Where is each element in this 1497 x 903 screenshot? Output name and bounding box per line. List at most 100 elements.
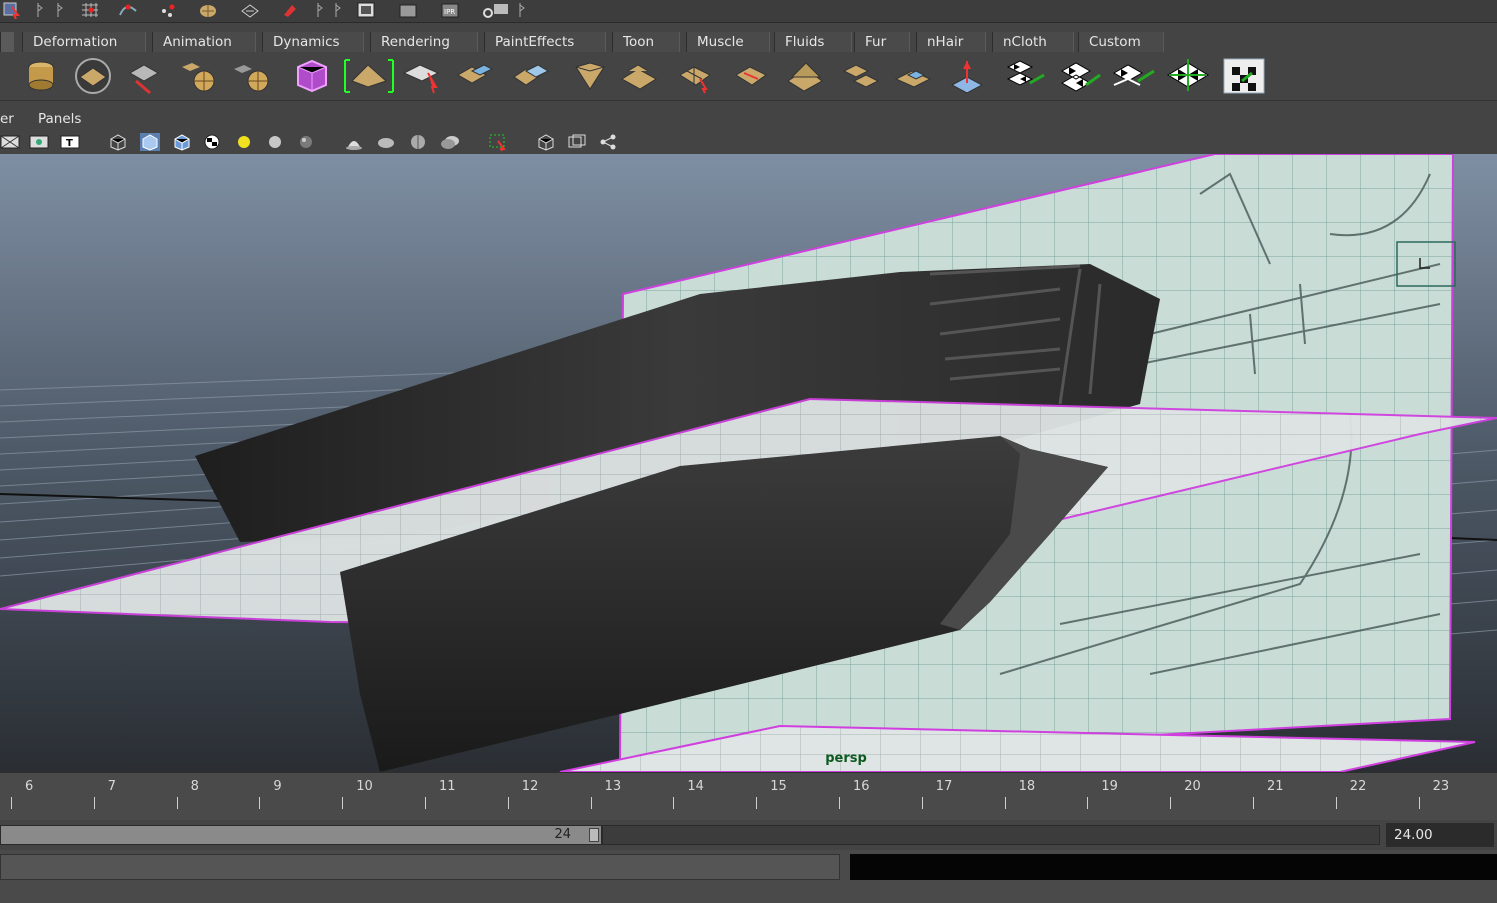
- end-time-field[interactable]: 24.00: [1386, 823, 1494, 847]
- tab-toon[interactable]: Toon: [612, 32, 680, 52]
- svg-text:T: T: [66, 138, 73, 149]
- box-uv-icon[interactable]: [570, 57, 608, 95]
- magnet-icon[interactable]: [280, 1, 300, 19]
- frame-label: 19: [1101, 779, 1118, 794]
- uv-cube-icon[interactable]: [292, 57, 330, 95]
- shaded-icon[interactable]: [140, 133, 160, 151]
- frame-tick: [425, 797, 426, 809]
- marker-icon: [36, 1, 44, 19]
- uv-editor-icon[interactable]: [342, 57, 396, 95]
- frame-label: 22: [1349, 779, 1367, 794]
- shadow-icon[interactable]: [408, 133, 428, 151]
- shadow-icon[interactable]: [344, 133, 364, 151]
- camera-label: persp: [825, 751, 867, 766]
- cylinder-icon[interactable]: [22, 57, 60, 95]
- select-uv-icon[interactable]: [400, 57, 446, 95]
- wire-icon[interactable]: [0, 133, 20, 151]
- camera-icon[interactable]: [567, 133, 587, 151]
- frame-tick: [1253, 797, 1254, 809]
- status-line: IPR: [0, 0, 1497, 23]
- plane-uv-icon[interactable]: [842, 57, 880, 95]
- light-icon[interactable]: [234, 133, 254, 151]
- viewport-persp[interactable]: persp: [0, 154, 1497, 772]
- frame-tick: [921, 797, 923, 809]
- frame-label: 13: [604, 779, 622, 794]
- frame-tick: [507, 797, 509, 809]
- plane-icon[interactable]: [74, 57, 112, 95]
- poly-plane-icon[interactable]: [126, 57, 164, 95]
- wire-shaded-icon[interactable]: [172, 133, 192, 151]
- plane-uv-icon[interactable]: [894, 57, 932, 95]
- plane-uv-icon[interactable]: [786, 57, 824, 95]
- render-icon[interactable]: [398, 1, 418, 19]
- wireframe-icon[interactable]: [108, 133, 128, 151]
- frame-tick: [1335, 797, 1337, 809]
- frame-tick: [673, 797, 675, 809]
- text-icon[interactable]: T: [60, 133, 80, 151]
- tab-rendering[interactable]: Rendering: [370, 32, 478, 52]
- time-slider[interactable]: 6 7 8 9 10 11 12 13 14 15 16 17 18 19 20 21 22 23: [0, 772, 1497, 821]
- range-track[interactable]: [602, 825, 1380, 845]
- shadow-icon[interactable]: [440, 133, 460, 151]
- checker-uv-icon[interactable]: [1164, 57, 1214, 95]
- select-tool-icon[interactable]: [2, 1, 22, 20]
- grid-axis-line: [1449, 537, 1497, 541]
- frame-tick: [590, 797, 592, 809]
- sphere-icon[interactable]: [296, 133, 316, 151]
- plane-uv-icon[interactable]: [456, 57, 494, 95]
- tab-deformation[interactable]: Deformation: [22, 32, 146, 52]
- sphere-icon[interactable]: [232, 57, 270, 95]
- frame-tick: [342, 797, 344, 809]
- render-settings-icon[interactable]: [480, 1, 510, 19]
- tab-ncloth[interactable]: nCloth: [992, 32, 1074, 52]
- frame-label: 11: [439, 779, 456, 794]
- render-view-icon[interactable]: [356, 1, 376, 19]
- tab-animation[interactable]: Animation: [152, 32, 256, 52]
- uv-select-icon[interactable]: [676, 57, 714, 95]
- shelf: [0, 52, 1497, 101]
- checker-uv-icon[interactable]: [1110, 57, 1158, 95]
- range-slider[interactable]: 24: [0, 825, 602, 845]
- plane-uv-icon[interactable]: [620, 57, 658, 95]
- tab-dynamics[interactable]: Dynamics: [262, 32, 364, 52]
- checker-uv-icon[interactable]: [1058, 57, 1104, 95]
- checker-icon[interactable]: [202, 133, 222, 151]
- tab-custom[interactable]: Custom: [1078, 32, 1164, 52]
- frame-tick: [839, 797, 840, 809]
- marker-icon: [334, 1, 342, 19]
- checker-uv-icon[interactable]: [1004, 57, 1048, 95]
- select-icon[interactable]: [488, 133, 508, 152]
- range-slider-bar: 24 24.00: [0, 820, 1497, 850]
- frame-tick: [11, 797, 12, 809]
- frame-label: 7: [107, 779, 117, 794]
- tab-nhair[interactable]: nHair: [916, 32, 986, 52]
- live-surface-icon[interactable]: [240, 1, 260, 19]
- tab-fur[interactable]: Fur: [854, 32, 910, 52]
- menu-renderer[interactable]: er: [0, 111, 14, 127]
- shelf-tab-bar: Deformation Animation Dynamics Rendering…: [0, 28, 1497, 52]
- tab-muscle[interactable]: Muscle: [686, 32, 770, 52]
- ipr-render-icon[interactable]: IPR: [440, 1, 460, 19]
- tab-painteffects[interactable]: PaintEffects: [484, 32, 606, 52]
- light-icon[interactable]: [948, 57, 986, 95]
- tab-previous[interactable]: [0, 32, 14, 52]
- uv-cut-icon[interactable]: [732, 57, 770, 95]
- frame-tick: [1087, 797, 1089, 809]
- range-handle[interactable]: [589, 828, 599, 842]
- command-input[interactable]: [0, 854, 840, 880]
- grid-snap-icon[interactable]: [80, 1, 100, 19]
- share-icon[interactable]: [598, 133, 618, 151]
- plane-uv-icon[interactable]: [512, 57, 550, 95]
- cube-icon[interactable]: [178, 57, 216, 95]
- menu-panels[interactable]: Panels: [38, 111, 81, 127]
- sphere-icon[interactable]: [265, 133, 285, 151]
- tab-fluids[interactable]: Fluids: [774, 32, 852, 52]
- surface-snap-icon[interactable]: [198, 1, 218, 19]
- point-snap-icon[interactable]: [158, 1, 178, 19]
- shadow-icon[interactable]: [376, 133, 396, 151]
- frame-label: 20: [1184, 779, 1201, 794]
- uv-icon[interactable]: [29, 133, 49, 151]
- isolate-icon[interactable]: [536, 133, 556, 151]
- checker-texture-icon[interactable]: [1222, 57, 1266, 95]
- curve-snap-icon[interactable]: [118, 1, 138, 19]
